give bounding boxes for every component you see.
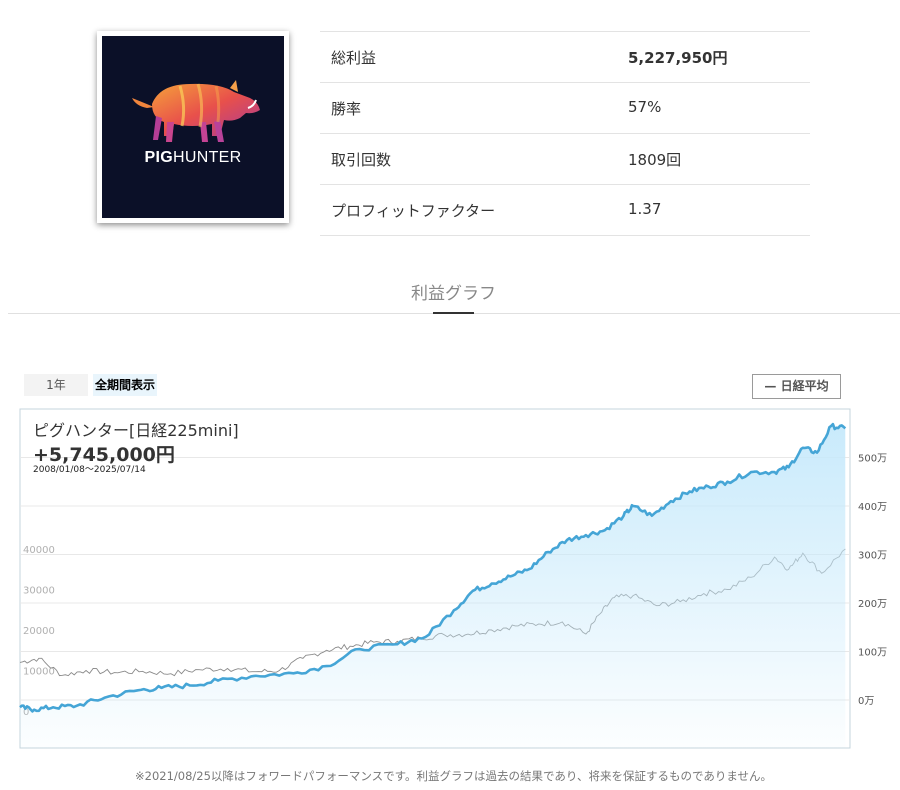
stat-row-win-rate: 勝率 57% (320, 83, 810, 134)
section-accent-bar (433, 312, 474, 314)
left-axis-tick-label: 10000 (23, 667, 55, 678)
stat-value: 5,227,950円 (628, 49, 728, 67)
stat-value: 57% (628, 98, 662, 116)
right-axis-tick-label: 0万 (858, 696, 874, 707)
logo: PIGHUNTER (102, 36, 284, 218)
left-axis-tick-label: 40000 (23, 545, 55, 556)
stat-label: 取引回数 (331, 151, 392, 169)
stat-label: 勝率 (331, 100, 362, 118)
right-axis-tick-label: 100万 (858, 648, 887, 659)
right-axis-tick-label: 500万 (858, 454, 887, 465)
stats-table: 総利益 5,227,950円 勝率 57% 取引回数 1809回 プロフィットフ… (320, 31, 810, 236)
stat-row-trade-count: 取引回数 1809回 (320, 134, 810, 185)
logo-text: PIGHUNTER (144, 149, 242, 166)
footnote: ※2021/08/25以降はフォワードパフォーマンスです。利益グラフは過去の結果… (135, 769, 772, 783)
right-axis-tick-label: 200万 (858, 599, 887, 610)
section-title: 利益グラフ (411, 284, 496, 304)
chart-title: ピグハンター[日経225mini] (33, 421, 239, 440)
stat-row-total-profit: 総利益 5,227,950円 (320, 32, 810, 83)
right-axis-tick-label: 400万 (858, 502, 887, 513)
stat-label: プロフィットファクター (331, 202, 496, 220)
tab-all-period[interactable]: 全期間表示 (93, 374, 157, 396)
chart-date-range: 2008/01/08〜2025/07/14 (33, 465, 146, 475)
logo-card: PIGHUNTER (97, 31, 289, 223)
nikkei-legend-toggle[interactable]: — 日経平均 (752, 374, 841, 399)
boar-icon (132, 80, 260, 142)
stat-row-profit-factor: プロフィットファクター 1.37 (320, 185, 810, 236)
left-axis-tick-label: 20000 (23, 626, 55, 637)
right-axis-tick-label: 300万 (858, 551, 887, 562)
left-axis-tick-label: 30000 (23, 586, 55, 597)
tab-1-year[interactable]: 1年 (24, 374, 88, 396)
stat-value: 1.37 (628, 200, 662, 218)
stat-label: 総利益 (331, 49, 377, 67)
stat-value: 1809回 (628, 151, 682, 169)
